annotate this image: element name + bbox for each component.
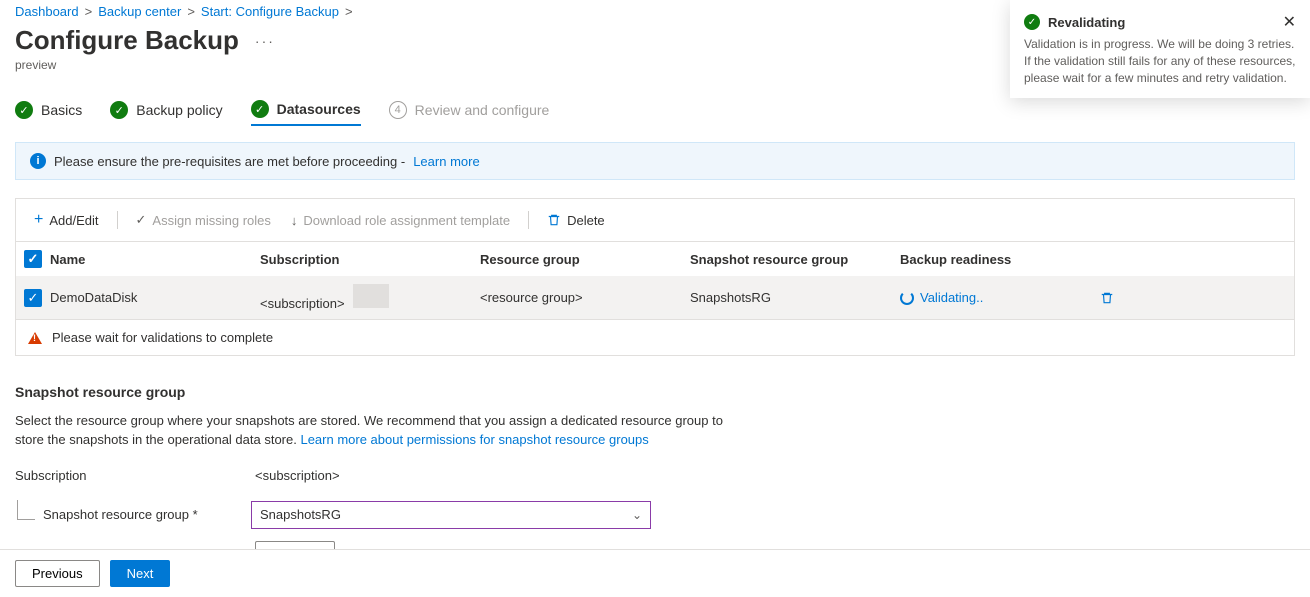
button-label: Assign missing roles <box>152 213 271 228</box>
subscription-row: Subscription <subscription> <box>15 468 1295 483</box>
next-button[interactable]: Next <box>110 560 171 587</box>
row-checkbox[interactable]: ✓ <box>24 289 42 307</box>
info-banner: i Please ensure the pre-requisites are m… <box>15 142 1295 180</box>
col-snapshot-rg: Snapshot resource group <box>690 252 900 267</box>
button-label: Delete <box>567 213 605 228</box>
step-backup-policy[interactable]: ✓ Backup policy <box>110 101 222 125</box>
readiness-text: Validating.. <box>920 290 983 305</box>
snapshot-rg-select[interactable]: SnapshotsRG ⌄ <box>251 501 651 529</box>
delete-button[interactable]: Delete <box>539 209 613 232</box>
notification-toast: ✓ Revalidating ✕ Validation is in progre… <box>1010 0 1310 98</box>
breadcrumb-item[interactable]: Backup center <box>98 4 181 19</box>
cell-snapshot-rg: SnapshotsRG <box>690 290 900 305</box>
warning-icon <box>28 332 42 344</box>
learn-more-link[interactable]: Learn more about permissions for snapsho… <box>300 432 648 447</box>
step-number-icon: 4 <box>389 101 407 119</box>
trash-icon <box>547 213 561 227</box>
success-icon: ✓ <box>1024 14 1040 30</box>
snapshot-rg-label: Snapshot resource group * <box>43 507 251 522</box>
download-template-button: ↓ Download role assignment template <box>283 209 518 232</box>
info-icon: i <box>30 153 46 169</box>
step-label: Review and configure <box>415 102 550 118</box>
more-actions-button[interactable]: ··· <box>251 33 279 49</box>
cell-resource-group: <resource group> <box>480 290 690 305</box>
wizard-steps: ✓ Basics ✓ Backup policy ✓ Datasources 4… <box>15 100 1295 126</box>
check-icon: ✓ <box>110 101 128 119</box>
chevron-right-icon: > <box>187 4 195 19</box>
col-resource-group: Resource group <box>480 252 690 267</box>
snapshot-rg-row: Snapshot resource group * SnapshotsRG ⌄ <box>15 501 1295 529</box>
breadcrumb-item[interactable]: Dashboard <box>15 4 79 19</box>
select-all-checkbox[interactable]: ✓ <box>24 250 42 268</box>
step-review: 4 Review and configure <box>389 101 550 125</box>
plus-icon: + <box>34 211 43 229</box>
subscription-value: <subscription> <box>255 468 340 483</box>
page-title: Configure Backup <box>15 25 239 56</box>
table-header-row: ✓ Name Subscription Resource group Snaps… <box>16 242 1294 276</box>
table-toolbar: + Add/Edit ✓ Assign missing roles ↓ Down… <box>16 199 1294 242</box>
chevron-right-icon: > <box>85 4 93 19</box>
col-name: Name <box>50 252 260 267</box>
assign-roles-button: ✓ Assign missing roles <box>128 208 279 232</box>
chevron-right-icon: > <box>345 4 353 19</box>
breadcrumb-item[interactable]: Start: Configure Backup <box>201 4 339 19</box>
button-label: Download role assignment template <box>303 213 510 228</box>
datasources-table: + Add/Edit ✓ Assign missing roles ↓ Down… <box>15 198 1295 356</box>
toast-title: Revalidating <box>1048 15 1275 30</box>
table-row[interactable]: ✓ DemoDataDisk <subscription> <resource … <box>16 276 1294 319</box>
check-icon: ✓ <box>15 101 33 119</box>
redacted-chip <box>353 284 389 308</box>
add-edit-button[interactable]: + Add/Edit <box>26 207 107 233</box>
row-delete-button[interactable] <box>1100 291 1140 305</box>
select-value: SnapshotsRG <box>260 507 341 522</box>
separator <box>117 211 118 229</box>
cell-readiness: Validating.. <box>900 290 1100 305</box>
tree-line-icon <box>17 500 35 520</box>
snapshot-section-desc: Select the resource group where your sna… <box>15 412 735 450</box>
snapshot-section-title: Snapshot resource group <box>15 384 1295 400</box>
learn-more-link[interactable]: Learn more <box>413 154 479 169</box>
spinner-icon <box>900 291 914 305</box>
warning-text: Please wait for validations to complete <box>52 330 273 345</box>
col-readiness: Backup readiness <box>900 252 1100 267</box>
cell-subscription: <subscription> <box>260 284 480 311</box>
separator <box>528 211 529 229</box>
step-basics[interactable]: ✓ Basics <box>15 101 82 125</box>
toast-body: Validation is in progress. We will be do… <box>1024 36 1296 86</box>
download-icon: ↓ <box>291 213 298 228</box>
cell-name: DemoDataDisk <box>50 290 260 305</box>
chevron-down-icon: ⌄ <box>632 508 642 522</box>
step-label: Datasources <box>277 101 361 117</box>
step-label: Backup policy <box>136 102 222 118</box>
check-icon: ✓ <box>251 100 269 118</box>
close-button[interactable]: ✕ <box>1283 12 1296 32</box>
check-icon: ✓ <box>136 212 147 228</box>
button-label: Add/Edit <box>49 213 98 228</box>
previous-button[interactable]: Previous <box>15 560 100 587</box>
info-text: Please ensure the pre-requisites are met… <box>54 154 405 169</box>
step-datasources[interactable]: ✓ Datasources <box>251 100 361 126</box>
validation-warning-row: Please wait for validations to complete <box>16 319 1294 355</box>
step-label: Basics <box>41 102 82 118</box>
col-subscription: Subscription <box>260 252 480 267</box>
subscription-label: Subscription <box>15 468 255 483</box>
wizard-footer: Previous Next <box>0 549 1310 597</box>
